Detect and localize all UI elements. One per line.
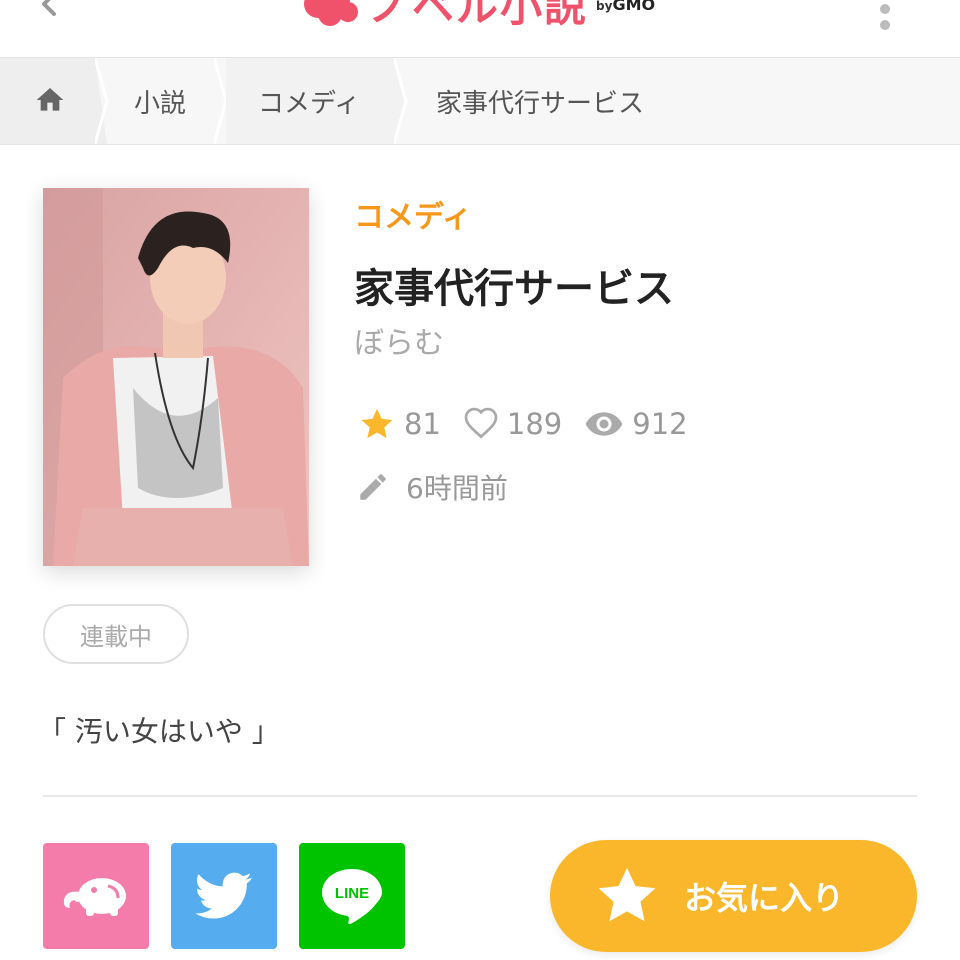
home-icon [36,88,64,111]
flower-logo-icon [304,0,358,26]
brand-by: byGMO [596,0,656,14]
twitter-icon [195,872,252,919]
divider [43,795,917,797]
heart-icon [464,407,498,439]
status-badge: 連載中 [43,604,189,664]
breadcrumb-home[interactable] [0,58,95,144]
brand-name: ノベル小説 [368,0,589,31]
line-icon: LINE [322,869,382,925]
novel-title: 家事代行サービス [354,266,674,312]
breadcrumb: 小説 コメディ 家事代行サービス [0,58,960,145]
cover-illustration [43,188,309,566]
cover-image[interactable] [43,188,309,566]
share-elephant-button[interactable] [43,843,149,949]
line-label: LINE [335,885,369,902]
back-button[interactable] [30,0,70,26]
pencil-icon [360,474,386,500]
like-count: 189 [463,406,562,442]
favorite-button[interactable]: お気に入り [550,840,917,952]
breadcrumb-item-current: 家事代行サービス [436,88,645,119]
breadcrumb-separator [95,58,109,144]
brand-logo[interactable]: ノベル小説 byGMO [300,0,655,28]
share-line-button[interactable]: LINE [299,843,405,949]
genre-label[interactable]: コメディ [354,192,472,236]
novel-stats: 81 189 912 [358,404,710,444]
app-header: ノベル小説 byGMO [0,0,960,58]
author-name[interactable]: ぼらむ [354,318,444,362]
chevron-left-icon [42,0,56,16]
breadcrumb-separator [394,58,408,144]
breadcrumb-item-comedy[interactable]: コメディ [258,58,360,144]
more-vertical-icon [870,0,900,30]
favorite-label: お気に入り [684,879,845,917]
share-twitter-button[interactable] [171,843,277,949]
star-icon [598,867,656,922]
star-icon [361,408,393,439]
breadcrumb-item-novel[interactable]: 小説 [134,58,186,144]
last-updated: 6時間前 [356,466,508,508]
catchphrase: 「 汚い女はいや 」 [38,715,280,748]
elephant-share-icon [63,878,126,916]
star-count: 81 [358,405,441,443]
view-count: 912 [584,404,688,444]
eye-icon [585,412,623,436]
more-menu-button[interactable] [870,0,900,30]
